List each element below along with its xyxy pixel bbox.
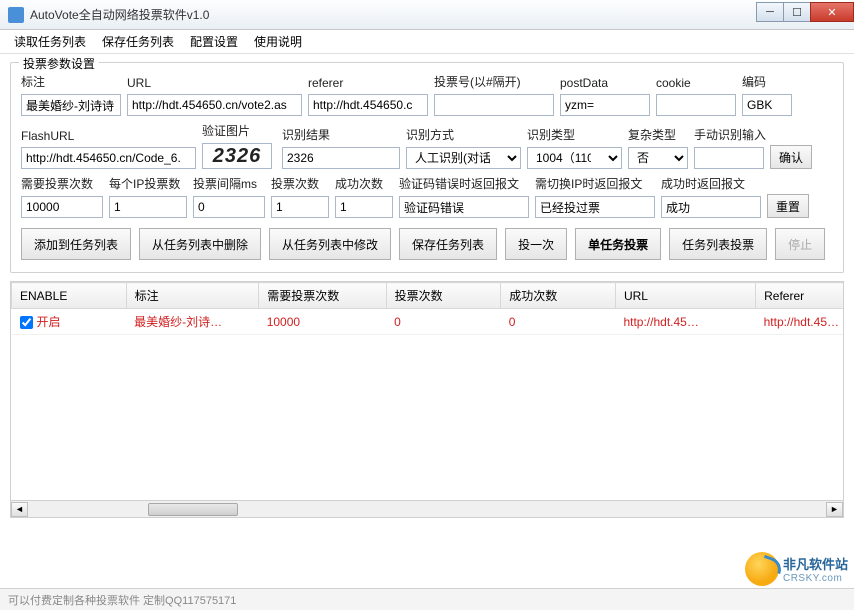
select-rectype[interactable]: 1004（1104 [527,147,622,169]
input-okret[interactable] [661,196,761,218]
input-cookie[interactable] [656,94,736,116]
input-needcount[interactable] [21,196,103,218]
menu-help[interactable]: 使用说明 [246,30,310,53]
single-task-vote-button[interactable]: 单任务投票 [575,228,661,260]
input-biaozhu[interactable] [21,94,121,116]
scroll-thumb[interactable] [148,503,238,516]
horizontal-scrollbar[interactable]: ◄ ► [10,501,844,518]
label-encoding: 编码 [742,73,792,90]
watermark-name: 非凡软件站 [783,557,848,572]
label-referer: referer [308,76,428,90]
input-votecount[interactable] [271,196,329,218]
label-manual: 手动识别输入 [694,126,764,143]
row-biaozhu: 最美婚纱-刘诗… [126,309,259,335]
add-task-button[interactable]: 添加到任务列表 [21,228,131,260]
save-tasks-button[interactable]: 保存任务列表 [399,228,497,260]
minimize-button[interactable]: ─ [756,2,784,22]
close-button[interactable]: ✕ [810,2,854,22]
label-switchret: 需切换IP时返回报文 [535,175,655,192]
label-needcount: 需要投票次数 [21,175,103,192]
menu-save-tasks[interactable]: 保存任务列表 [94,30,182,53]
label-complex: 复杂类型 [628,126,688,143]
label-captcha-img: 验证图片 [202,122,276,139]
input-perip[interactable] [109,196,187,218]
th-okcount[interactable]: 成功次数 [501,283,616,309]
row-votecount: 0 [386,309,501,335]
th-votecount[interactable]: 投票次数 [386,283,501,309]
row-enable-checkbox[interactable] [20,316,33,329]
input-okcount[interactable] [335,196,393,218]
label-cookie: cookie [656,76,736,90]
label-flashurl: FlashURL [21,129,196,143]
menubar: 读取任务列表 保存任务列表 配置设置 使用说明 [0,30,854,54]
label-recmode: 识别方式 [406,126,521,143]
label-perip: 每个IP投票数 [109,175,187,192]
select-complex[interactable]: 否 [628,147,688,169]
stop-button[interactable]: 停止 [775,228,825,260]
status-text: 可以付费定制各种投票软件 定制QQ117575171 [8,592,236,608]
input-errret[interactable] [399,196,529,218]
label-votenum: 投票号(以#隔开) [434,73,554,90]
scroll-left-icon[interactable]: ◄ [11,502,28,517]
window-title: AutoVote全自动网络投票软件v1.0 [30,6,757,23]
watermark: 非凡软件站 CRSKY.com [745,552,848,586]
maximize-button[interactable]: ☐ [783,2,811,22]
label-biaozhu: 标注 [21,73,121,90]
task-list-vote-button[interactable]: 任务列表投票 [669,228,767,260]
input-interval[interactable] [193,196,265,218]
vote-params-group: 投票参数设置 标注 URL referer 投票号(以#隔开) postData [10,62,844,273]
confirm-button[interactable]: 确认 [770,145,812,169]
titlebar: AutoVote全自动网络投票软件v1.0 ─ ☐ ✕ [0,0,854,30]
th-enable[interactable]: ENABLE [12,283,127,309]
table-row[interactable]: 开启 最美婚纱-刘诗… 10000 0 0 http://hdt.45… htt… [12,309,845,335]
label-rectype: 识别类型 [527,126,622,143]
groupbox-title: 投票参数设置 [19,55,99,72]
input-encoding[interactable] [742,94,792,116]
row-okcount: 0 [501,309,616,335]
th-biaozhu[interactable]: 标注 [126,283,259,309]
row-enable-label: 开启 [37,315,61,329]
input-switchret[interactable] [535,196,655,218]
select-recmode[interactable]: 人工识别(对话框 [406,147,521,169]
window-buttons: ─ ☐ ✕ [757,2,854,22]
input-flashurl[interactable] [21,147,196,169]
label-votecount: 投票次数 [271,175,329,192]
label-url: URL [127,76,302,90]
delete-task-button[interactable]: 从任务列表中删除 [139,228,261,260]
app-icon [8,7,24,23]
row-needcount: 10000 [259,309,386,335]
th-needcount[interactable]: 需要投票次数 [259,283,386,309]
watermark-logo-icon [745,552,779,586]
th-url[interactable]: URL [615,283,755,309]
input-votenum[interactable] [434,94,554,116]
input-referer[interactable] [308,94,428,116]
reset-button[interactable]: 重置 [767,194,809,218]
menu-load-tasks[interactable]: 读取任务列表 [6,30,94,53]
label-postdata: postData [560,76,650,90]
row-referer: http://hdt.45… [756,309,844,335]
edit-task-button[interactable]: 从任务列表中修改 [269,228,391,260]
th-referer[interactable]: Referer [756,283,844,309]
input-manual[interactable] [694,147,764,169]
scroll-track[interactable] [28,502,826,517]
label-okret: 成功时返回报文 [661,175,761,192]
watermark-domain: CRSKY.com [783,573,848,584]
label-okcount: 成功次数 [335,175,393,192]
statusbar: 可以付费定制各种投票软件 定制QQ117575171 [0,588,854,610]
menu-config[interactable]: 配置设置 [182,30,246,53]
task-table[interactable]: ENABLE 标注 需要投票次数 投票次数 成功次数 URL Referer 投… [10,281,844,501]
label-errret: 验证码错误时返回报文 [399,175,529,192]
label-interval: 投票间隔ms [193,175,265,192]
label-recresult: 识别结果 [282,126,400,143]
input-postdata[interactable] [560,94,650,116]
scroll-right-icon[interactable]: ► [826,502,843,517]
captcha-image: 2326 [202,143,272,169]
input-recresult[interactable] [282,147,400,169]
row-url: http://hdt.45… [615,309,755,335]
vote-once-button[interactable]: 投一次 [505,228,567,260]
input-url[interactable] [127,94,302,116]
